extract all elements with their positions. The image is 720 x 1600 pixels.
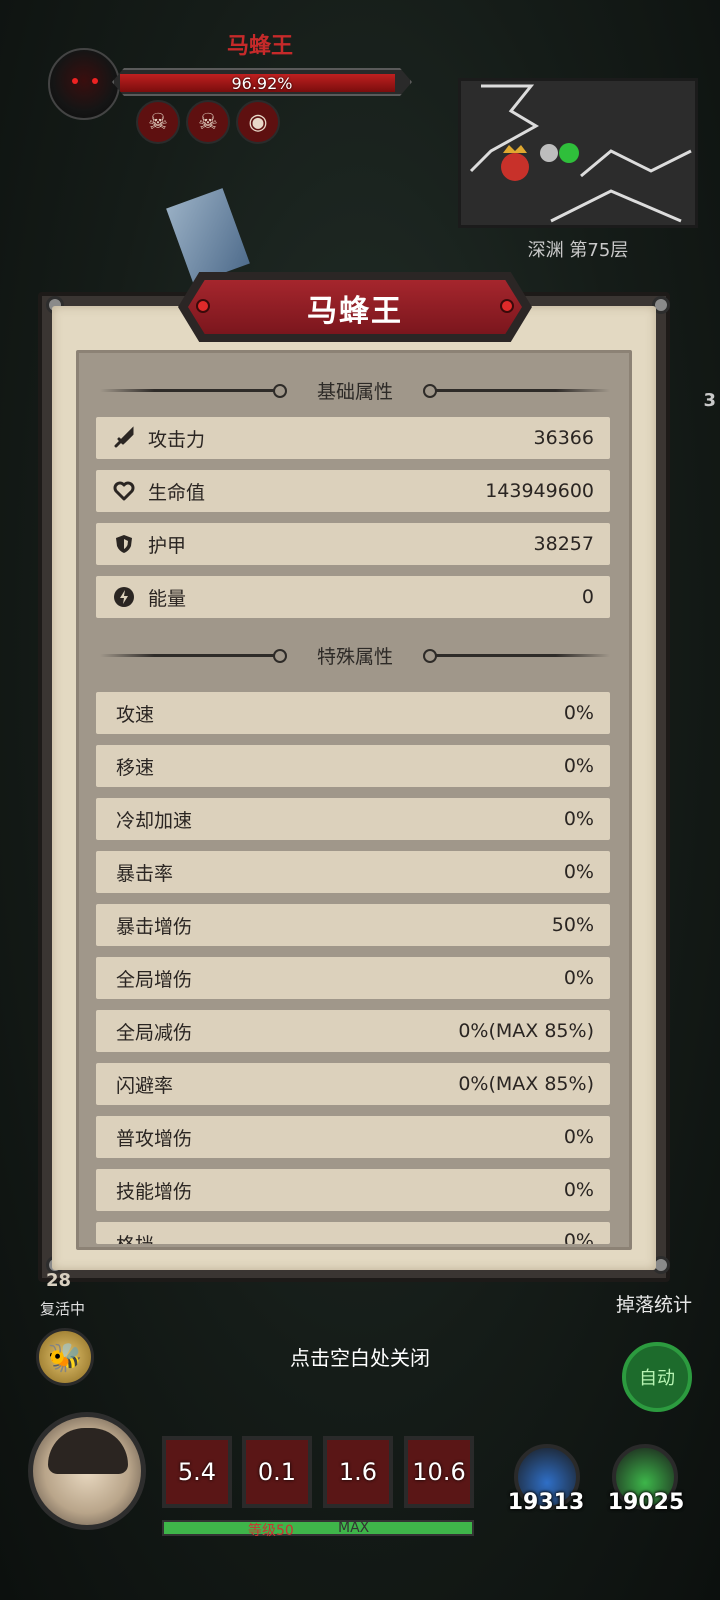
skill-button[interactable]: 0.1 — [242, 1436, 312, 1508]
stat-value: 0% — [563, 702, 594, 724]
stat-value: 38257 — [533, 533, 594, 555]
stat-row: 暴击增伤 50% — [96, 904, 610, 946]
stat-name: 全局增伤 — [116, 968, 193, 991]
xp-fill — [164, 1522, 472, 1534]
stat-name: 暴击增伤 — [116, 915, 193, 938]
basic-section-header: 基础属性 — [100, 375, 610, 405]
stat-row: 格挡 0% — [96, 1222, 610, 1244]
stat-name: 能量 — [148, 587, 187, 610]
stat-name: 攻速 — [116, 703, 155, 726]
divider-line — [423, 383, 610, 398]
level-text: 等级50 — [248, 1523, 294, 1539]
close-hint[interactable]: 点击空白处关闭 — [0, 1342, 720, 1371]
side-number: 3 — [703, 390, 716, 411]
boss-eye-icon — [92, 78, 98, 84]
skull-icon[interactable]: ☠ — [136, 100, 180, 144]
revive-count: 28 — [46, 1270, 72, 1291]
stat-row: 能量 0 — [96, 576, 610, 618]
divider-line — [100, 383, 287, 398]
boss-eye-icon — [72, 78, 78, 84]
stat-row: 攻速 0% — [96, 692, 610, 734]
divider-line — [100, 648, 287, 663]
skill-button[interactable]: 1.6 — [323, 1436, 393, 1508]
stat-value: 0% — [563, 808, 594, 830]
stat-name: 护甲 — [148, 534, 187, 557]
stat-row: 暴击率 0% — [96, 851, 610, 893]
potion-count: 19313 — [507, 1490, 585, 1515]
stat-value: 0% — [563, 861, 594, 883]
skill-button[interactable]: 5.4 — [162, 1436, 232, 1508]
stat-row: 冷却加速 0% — [96, 798, 610, 840]
auto-button[interactable]: 自动 — [622, 1342, 692, 1412]
stat-value: 0% — [563, 755, 594, 777]
stat-name: 冷却加速 — [116, 809, 193, 832]
heart-icon — [112, 479, 136, 503]
potion-count: 19025 — [607, 1490, 685, 1515]
stat-value: 0%(MAX 85%) — [458, 1073, 594, 1095]
stat-value: 0%(MAX 85%) — [458, 1020, 594, 1042]
stat-value: 143949600 — [485, 480, 594, 502]
sword-icon — [112, 426, 136, 450]
skull-icon[interactable]: ☠ — [186, 100, 230, 144]
stat-name: 全局减伤 — [116, 1021, 193, 1044]
section-title: 特殊属性 — [316, 645, 393, 668]
stat-row: 移速 0% — [96, 745, 610, 787]
stat-name: 暴击率 — [116, 862, 174, 885]
drop-stats-button[interactable]: 掉落统计 — [616, 1290, 692, 1317]
stat-value: 50% — [551, 914, 594, 936]
boss-hp-percent: 96.92% — [231, 74, 293, 93]
stat-name: 生命值 — [148, 481, 206, 504]
stat-row: 普攻增伤 0% — [96, 1116, 610, 1158]
boss-hp-bar: 96.92% — [112, 68, 412, 96]
dialog-title: 马蜂王 — [307, 294, 403, 329]
stat-name: 普攻增伤 — [116, 1127, 193, 1150]
stat-value: 0% — [563, 967, 594, 989]
stat-name: 攻击力 — [148, 428, 206, 451]
stat-row: 护甲 38257 — [96, 523, 610, 565]
shield-icon — [112, 532, 136, 556]
stat-name: 移速 — [116, 756, 155, 779]
stat-row: 全局增伤 0% — [96, 957, 610, 999]
fanged-mouth-icon[interactable]: ◉ — [236, 100, 280, 144]
stat-name: 格挡 — [116, 1230, 564, 1244]
revive-label: 复活中 — [40, 1300, 86, 1318]
stat-row: 生命值 143949600 — [96, 470, 610, 512]
stat-name: 技能增伤 — [116, 1180, 193, 1203]
energy-bolt-icon — [112, 585, 136, 609]
divider-line — [423, 648, 610, 663]
stat-value: 0% — [563, 1179, 594, 1201]
stat-row: 攻击力 36366 — [96, 417, 610, 459]
floor-label: 深渊 第75层 — [527, 240, 629, 261]
max-text: MAX — [338, 1520, 370, 1536]
skill-button[interactable]: 10.6 — [404, 1436, 474, 1508]
special-section-header: 特殊属性 — [100, 640, 610, 670]
stat-value: 36366 — [533, 427, 594, 449]
stat-row: 闪避率 0%(MAX 85%) — [96, 1063, 610, 1105]
xp-bar — [162, 1520, 474, 1536]
stat-value: 0% — [563, 1230, 594, 1244]
stat-name: 闪避率 — [116, 1074, 174, 1097]
stat-value: 0 — [581, 586, 594, 608]
boss-portrait — [48, 48, 120, 120]
stat-row: 全局减伤 0%(MAX 85%) — [96, 1010, 610, 1052]
section-title: 基础属性 — [316, 380, 393, 403]
crystal-decoration — [166, 188, 250, 284]
stat-value: 0% — [563, 1126, 594, 1148]
minimap[interactable] — [458, 78, 698, 228]
stat-row: 技能增伤 0% — [96, 1169, 610, 1211]
